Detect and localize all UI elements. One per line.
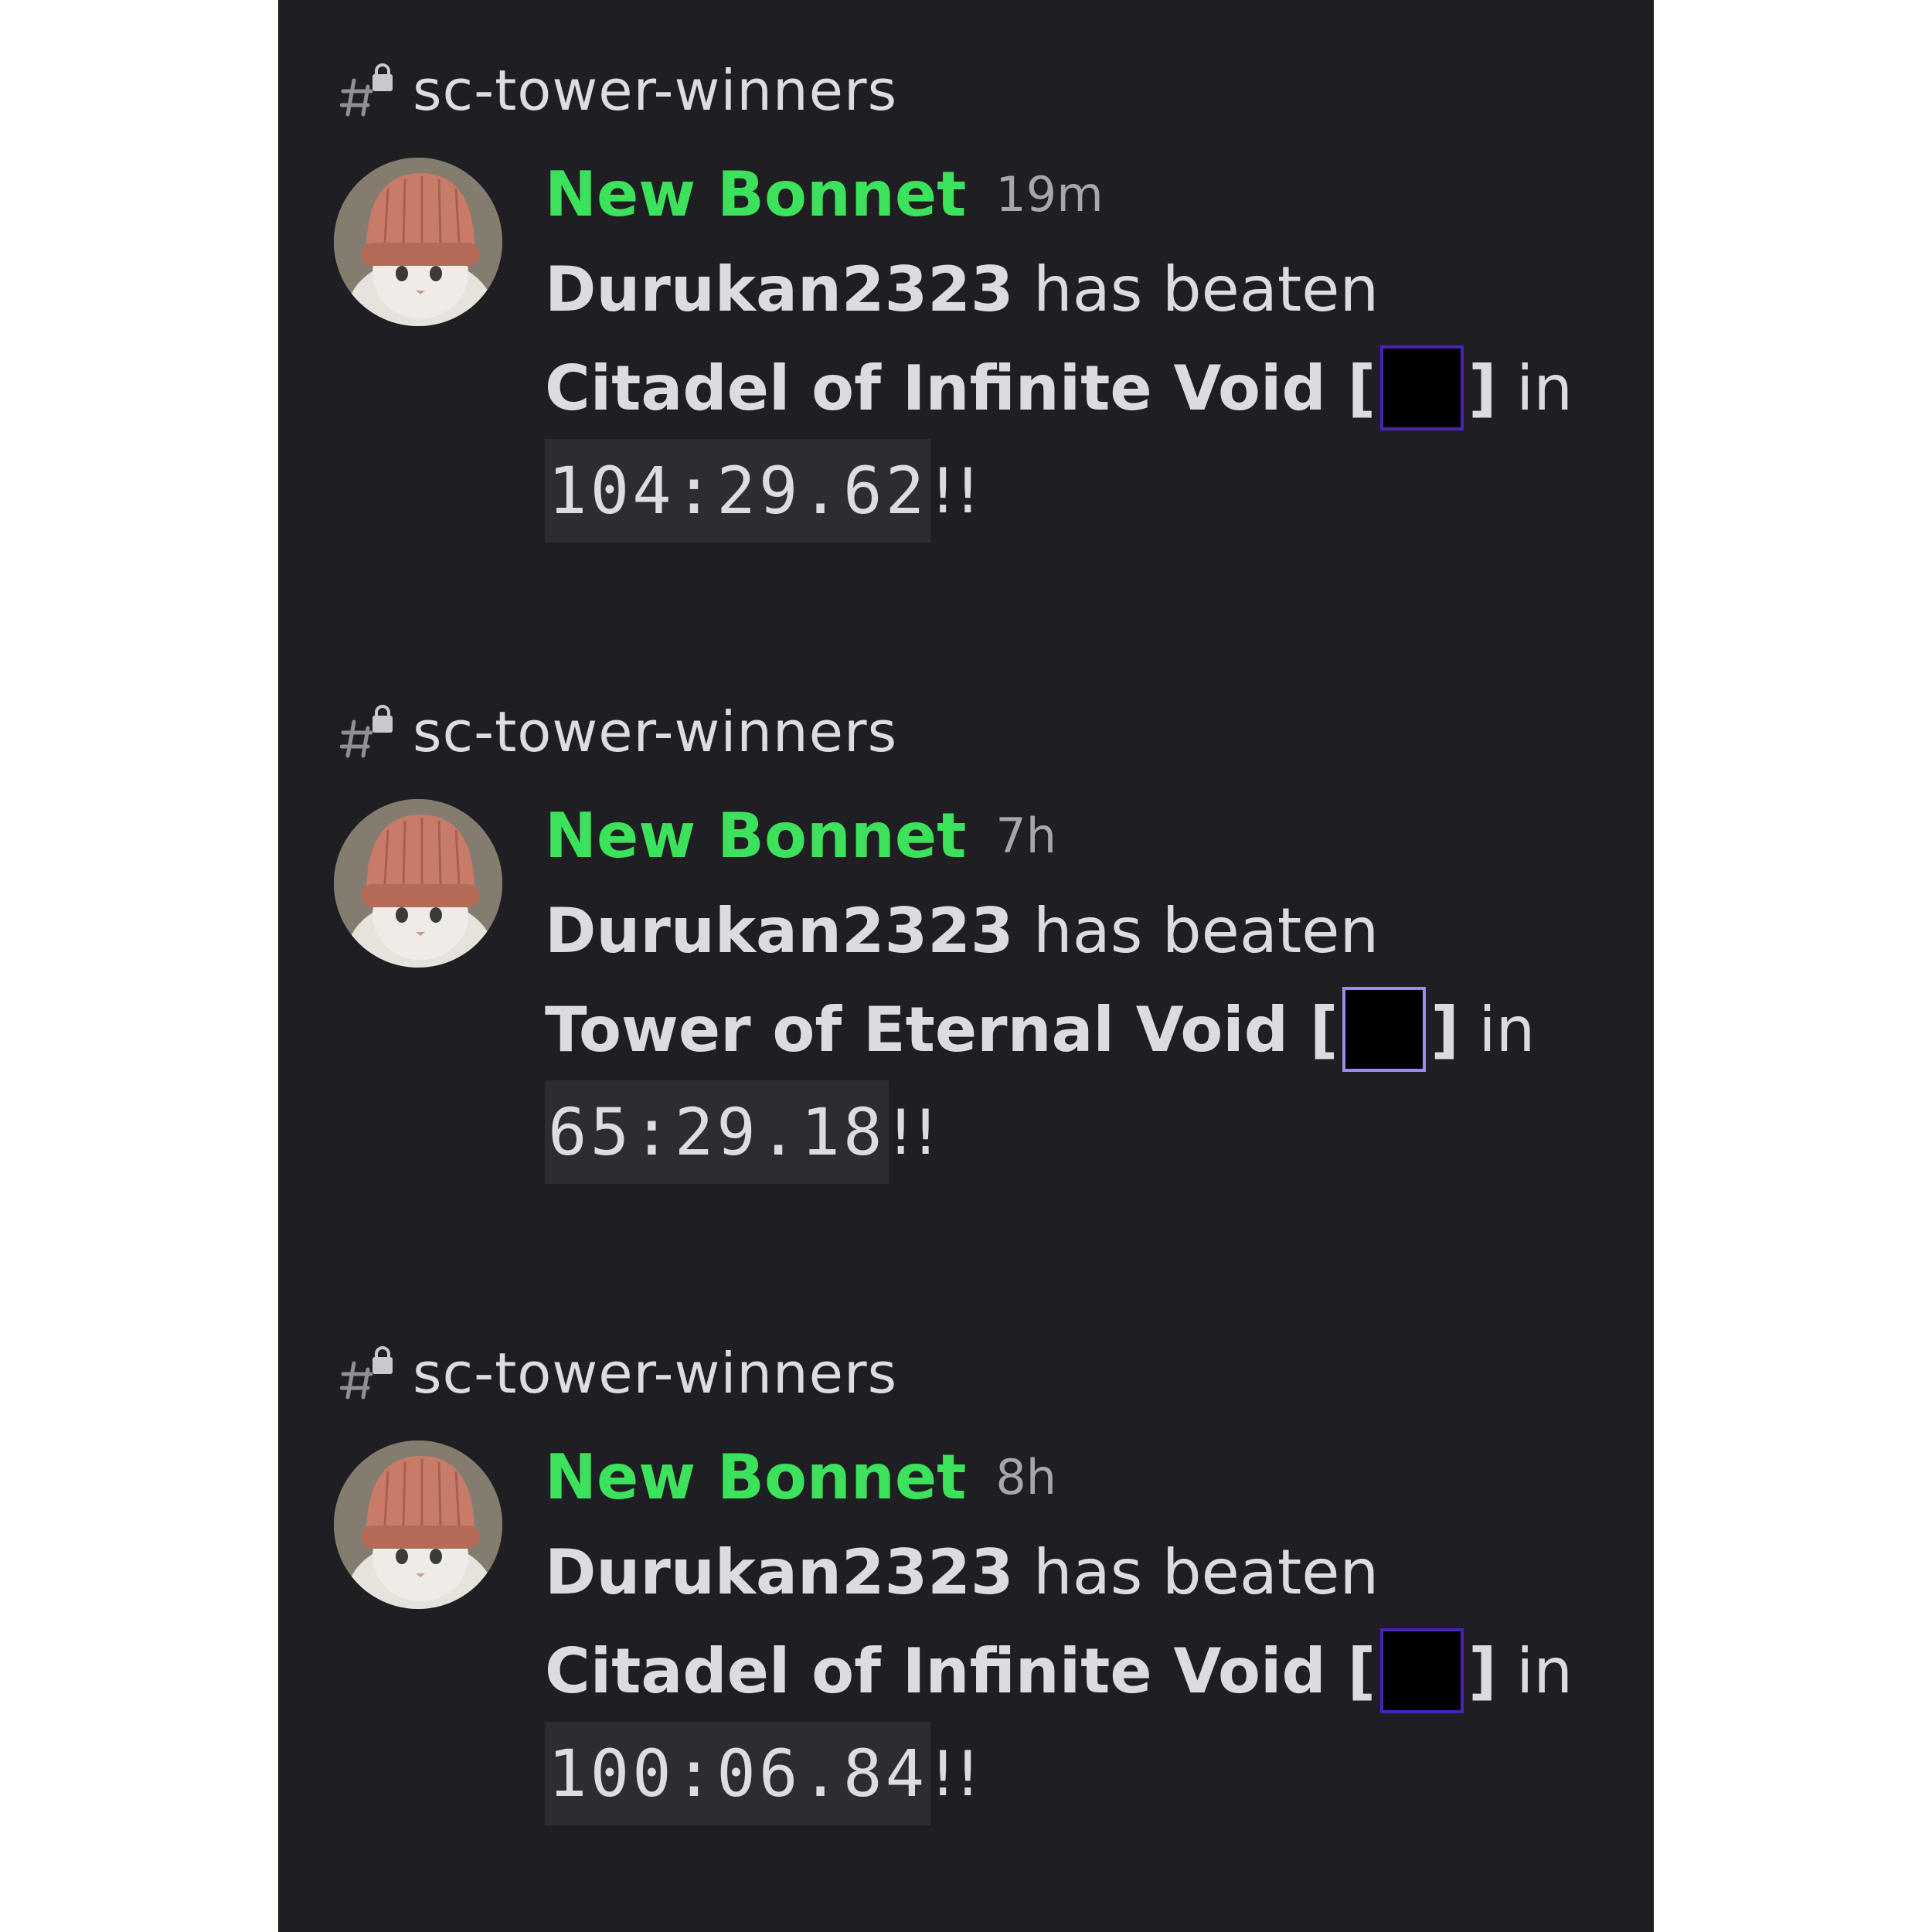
open-bracket: [ [1347,352,1376,424]
difficulty-color-box [1380,345,1464,430]
completion-time-code: 104:29.62 [545,439,931,543]
completion-time-code: 65:29.18 [545,1080,889,1184]
locked-hash-icon [340,1346,393,1400]
exclamation-suffix: !! [888,1096,938,1168]
cat-with-bonnet-avatar [334,158,502,326]
avatar[interactable] [334,158,502,326]
verb-text: has beaten [1033,253,1379,325]
channel-header[interactable]: sc-tower-winners [340,689,897,774]
message-timestamp: 19m [995,165,1104,223]
author-name[interactable]: New Bonnet [545,800,966,872]
tower-name: Tower of Eternal Void [545,993,1288,1066]
in-text: in [1478,993,1536,1066]
message-body: New Bonnet 8h Durukan2323 has beaten Cit… [545,1431,1627,1827]
in-text: in [1516,352,1573,424]
close-bracket: ] [1468,1634,1497,1707]
open-bracket: [ [1309,993,1338,1066]
message-body: New Bonnet 19m Durukan2323 has beaten Ci… [545,148,1627,544]
message-body: New Bonnet 7h Durukan2323 has beaten Tow… [545,790,1627,1185]
difficulty-color-box [1380,1628,1464,1713]
channel-header[interactable]: sc-tower-winners [340,48,897,133]
tower-name: Citadel of Infinite Void [545,1634,1326,1707]
player-name: Durukan2323 [545,894,1014,967]
cat-with-bonnet-avatar [334,1440,502,1609]
player-name: Durukan2323 [545,1536,1014,1608]
player-name: Durukan2323 [545,253,1014,325]
exclamation-suffix: !! [930,1737,981,1810]
locked-hash-icon [340,705,393,758]
channel-name: sc-tower-winners [413,699,898,764]
in-text: in [1516,1634,1573,1707]
channel-name: sc-tower-winners [413,1341,898,1406]
tower-name: Citadel of Infinite Void [545,352,1326,424]
exclamation-suffix: !! [930,454,981,527]
verb-text: has beaten [1033,1536,1379,1608]
message-timestamp: 7h [995,807,1057,864]
verb-text: has beaten [1033,894,1379,967]
author-name[interactable]: New Bonnet [545,158,966,230]
close-bracket: ] [1468,352,1497,424]
open-bracket: [ [1347,1634,1376,1707]
close-bracket: ] [1430,993,1459,1066]
author-name[interactable]: New Bonnet [545,1441,966,1513]
channel-name: sc-tower-winners [413,58,898,123]
channel-header[interactable]: sc-tower-winners [340,1331,897,1416]
completion-time-code: 100:06.84 [545,1722,931,1825]
message-feed-panel: sc-tower-winners New Bonnet 19m Durukan2… [278,0,1654,1932]
avatar[interactable] [334,1440,502,1609]
message-timestamp: 8h [995,1448,1057,1505]
difficulty-color-box [1342,987,1427,1072]
avatar[interactable] [334,799,502,968]
cat-with-bonnet-avatar [334,799,502,968]
locked-hash-icon [340,63,393,117]
